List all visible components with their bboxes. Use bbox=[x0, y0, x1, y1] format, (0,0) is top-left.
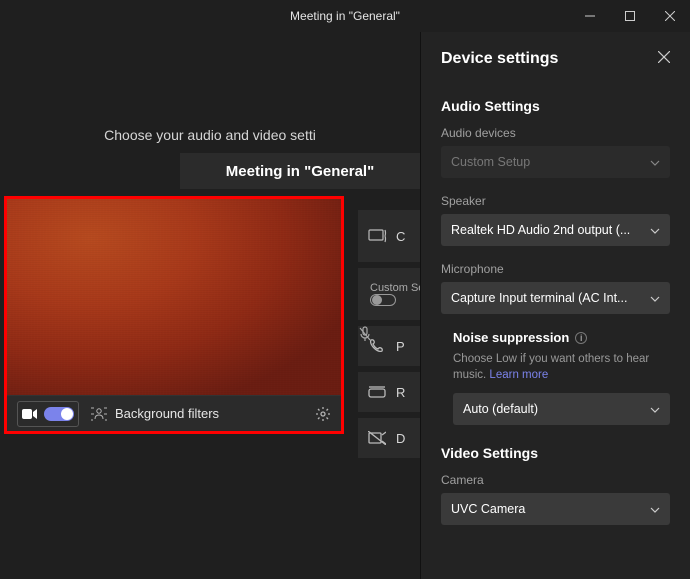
no-audio-label: D bbox=[396, 431, 405, 446]
background-filters-label: Background filters bbox=[115, 406, 219, 421]
custom-setup-option[interactable]: Custom Set bbox=[358, 268, 428, 320]
window-titlebar: Meeting in "General" bbox=[0, 0, 690, 32]
device-settings-title: Device settings bbox=[441, 50, 558, 68]
room-audio-option[interactable]: R bbox=[358, 372, 428, 412]
camera-preview-highlight: Background filters bbox=[4, 196, 344, 434]
camera-toggle-group bbox=[17, 401, 79, 427]
video-settings-heading: Video Settings bbox=[441, 445, 670, 461]
noise-helper-text: Choose Low if you want others to hear mu… bbox=[453, 351, 670, 383]
noise-suppression-dropdown[interactable]: Auto (default) bbox=[453, 393, 670, 425]
toggle-knob bbox=[61, 408, 73, 420]
speaker-value: Realtek HD Audio 2nd output (... bbox=[451, 223, 644, 237]
preview-toolbar: Background filters bbox=[7, 395, 341, 431]
close-panel-button[interactable] bbox=[658, 50, 670, 68]
chevron-down-icon bbox=[650, 291, 660, 305]
audio-mode-list: C Custom Set P R D bbox=[358, 210, 428, 458]
camera-icon bbox=[22, 408, 38, 420]
meeting-title: Meeting in "General" bbox=[180, 153, 420, 189]
camera-dropdown[interactable]: UVC Camera bbox=[441, 493, 670, 525]
chevron-down-icon bbox=[650, 402, 660, 416]
camera-toggle-switch[interactable] bbox=[44, 407, 74, 421]
camera-noise-overlay bbox=[7, 199, 341, 395]
audio-settings-heading: Audio Settings bbox=[441, 98, 670, 114]
room-audio-label: R bbox=[396, 385, 405, 400]
computer-audio-label: C bbox=[396, 229, 405, 244]
microphone-label: Microphone bbox=[441, 262, 670, 276]
minimize-button[interactable] bbox=[570, 0, 610, 32]
maximize-button[interactable] bbox=[610, 0, 650, 32]
chevron-down-icon bbox=[650, 155, 660, 169]
noise-suppression-value: Auto (default) bbox=[463, 402, 644, 416]
learn-more-link[interactable]: Learn more bbox=[489, 369, 548, 381]
background-filters-button[interactable]: Background filters bbox=[91, 406, 219, 422]
microphone-dropdown[interactable]: Capture Input terminal (AC Int... bbox=[441, 282, 670, 314]
camera-label: Camera bbox=[441, 473, 670, 487]
mic-toggle-switch[interactable] bbox=[370, 294, 396, 306]
phone-audio-label: P bbox=[396, 339, 405, 354]
chevron-down-icon bbox=[650, 223, 660, 237]
window-controls bbox=[570, 0, 690, 32]
no-audio-option[interactable]: D bbox=[358, 418, 428, 458]
close-button[interactable] bbox=[650, 0, 690, 32]
prejoin-instructions-text: Choose your audio and video setti bbox=[0, 127, 420, 143]
camera-preview bbox=[7, 199, 341, 395]
audio-devices-label: Audio devices bbox=[441, 126, 670, 140]
device-settings-panel: Device settings Audio Settings Audio dev… bbox=[420, 32, 690, 579]
computer-audio-option[interactable]: C bbox=[358, 210, 428, 262]
chevron-down-icon bbox=[650, 502, 660, 516]
noise-suppression-heading: Noise suppression bbox=[453, 330, 569, 345]
gear-icon[interactable] bbox=[315, 406, 331, 422]
camera-value: UVC Camera bbox=[451, 502, 644, 516]
custom-setup-label: Custom Set bbox=[368, 282, 428, 294]
speaker-dropdown[interactable]: Realtek HD Audio 2nd output (... bbox=[441, 214, 670, 246]
audio-devices-dropdown[interactable]: Custom Setup bbox=[441, 146, 670, 178]
window-title: Meeting in "General" bbox=[290, 9, 400, 23]
background-filters-icon bbox=[91, 406, 107, 422]
info-icon[interactable]: i bbox=[575, 332, 587, 344]
audio-devices-value: Custom Setup bbox=[451, 155, 644, 169]
speaker-label: Speaker bbox=[441, 194, 670, 208]
microphone-value: Capture Input terminal (AC Int... bbox=[451, 291, 644, 305]
